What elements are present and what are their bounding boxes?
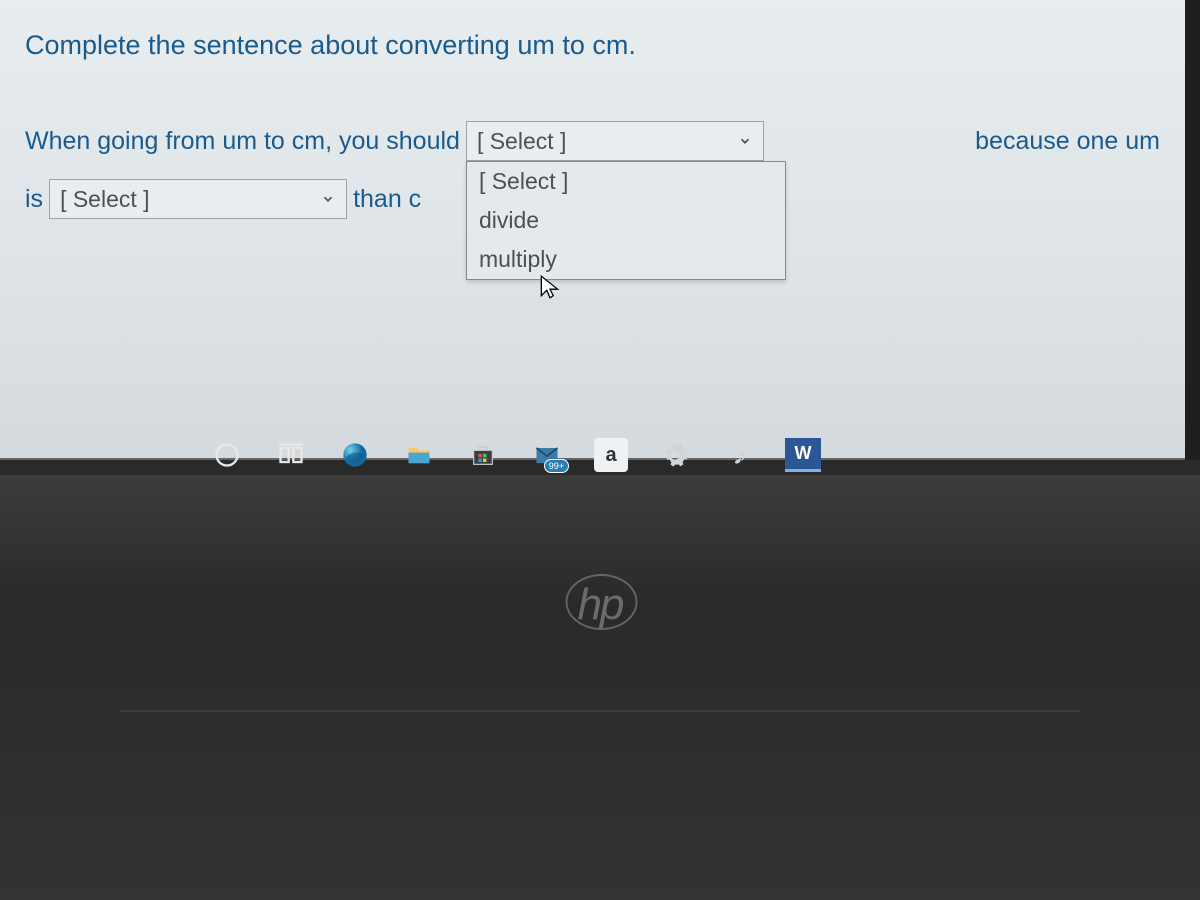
laptop-edge-line [120, 710, 1080, 712]
sentence-text: When going from um to cm, you should [25, 121, 460, 161]
mail-icon[interactable]: 99+ [525, 433, 569, 477]
select-operation-dropdown: [ Select ] divide multiply [466, 161, 786, 280]
chevron-down-icon [737, 133, 753, 149]
windows-taskbar: 99+ a 𝆕 W [195, 430, 835, 480]
mail-badge: 99+ [544, 459, 569, 473]
microsoft-store-icon[interactable] [461, 433, 505, 477]
sentence-text: is [25, 179, 43, 219]
cortana-icon[interactable] [205, 433, 249, 477]
question-prompt: Complete the sentence about converting u… [25, 30, 1160, 61]
bezel-right [1185, 0, 1200, 460]
music-app-icon[interactable]: 𝆕 [717, 433, 761, 477]
settings-icon[interactable] [653, 433, 697, 477]
sentence-text: than c [353, 179, 421, 219]
sentence-row-1: When going from um to cm, you should [ S… [25, 121, 1160, 161]
dropdown-option-placeholder[interactable]: [ Select ] [467, 162, 785, 201]
select-operation[interactable]: [ Select ] [466, 121, 764, 161]
app-letter-label: a [594, 438, 628, 472]
dropdown-option-multiply[interactable]: multiply [467, 240, 785, 279]
select-comparison[interactable]: [ Select ] [49, 179, 347, 219]
select-comparison-label: [ Select ] [60, 186, 320, 213]
word-label: W [785, 438, 821, 472]
quiz-content-area: Complete the sentence about converting u… [0, 0, 1185, 460]
chevron-down-icon [320, 191, 336, 207]
hp-logo-ring [566, 574, 638, 630]
sentence-text: because one um [975, 121, 1160, 161]
edge-browser-icon[interactable] [333, 433, 377, 477]
word-app-icon[interactable]: W [781, 433, 825, 477]
select-operation-label: [ Select ] [477, 128, 737, 155]
music-glyph: 𝆕 [735, 440, 744, 471]
file-explorer-icon[interactable] [397, 433, 441, 477]
dropdown-option-divide[interactable]: divide [467, 201, 785, 240]
laptop-bezel [0, 475, 1200, 900]
hp-logo: hp [578, 580, 623, 630]
amazon-app-icon[interactable]: a [589, 433, 633, 477]
task-view-icon[interactable] [269, 433, 313, 477]
cursor-icon [537, 274, 563, 304]
